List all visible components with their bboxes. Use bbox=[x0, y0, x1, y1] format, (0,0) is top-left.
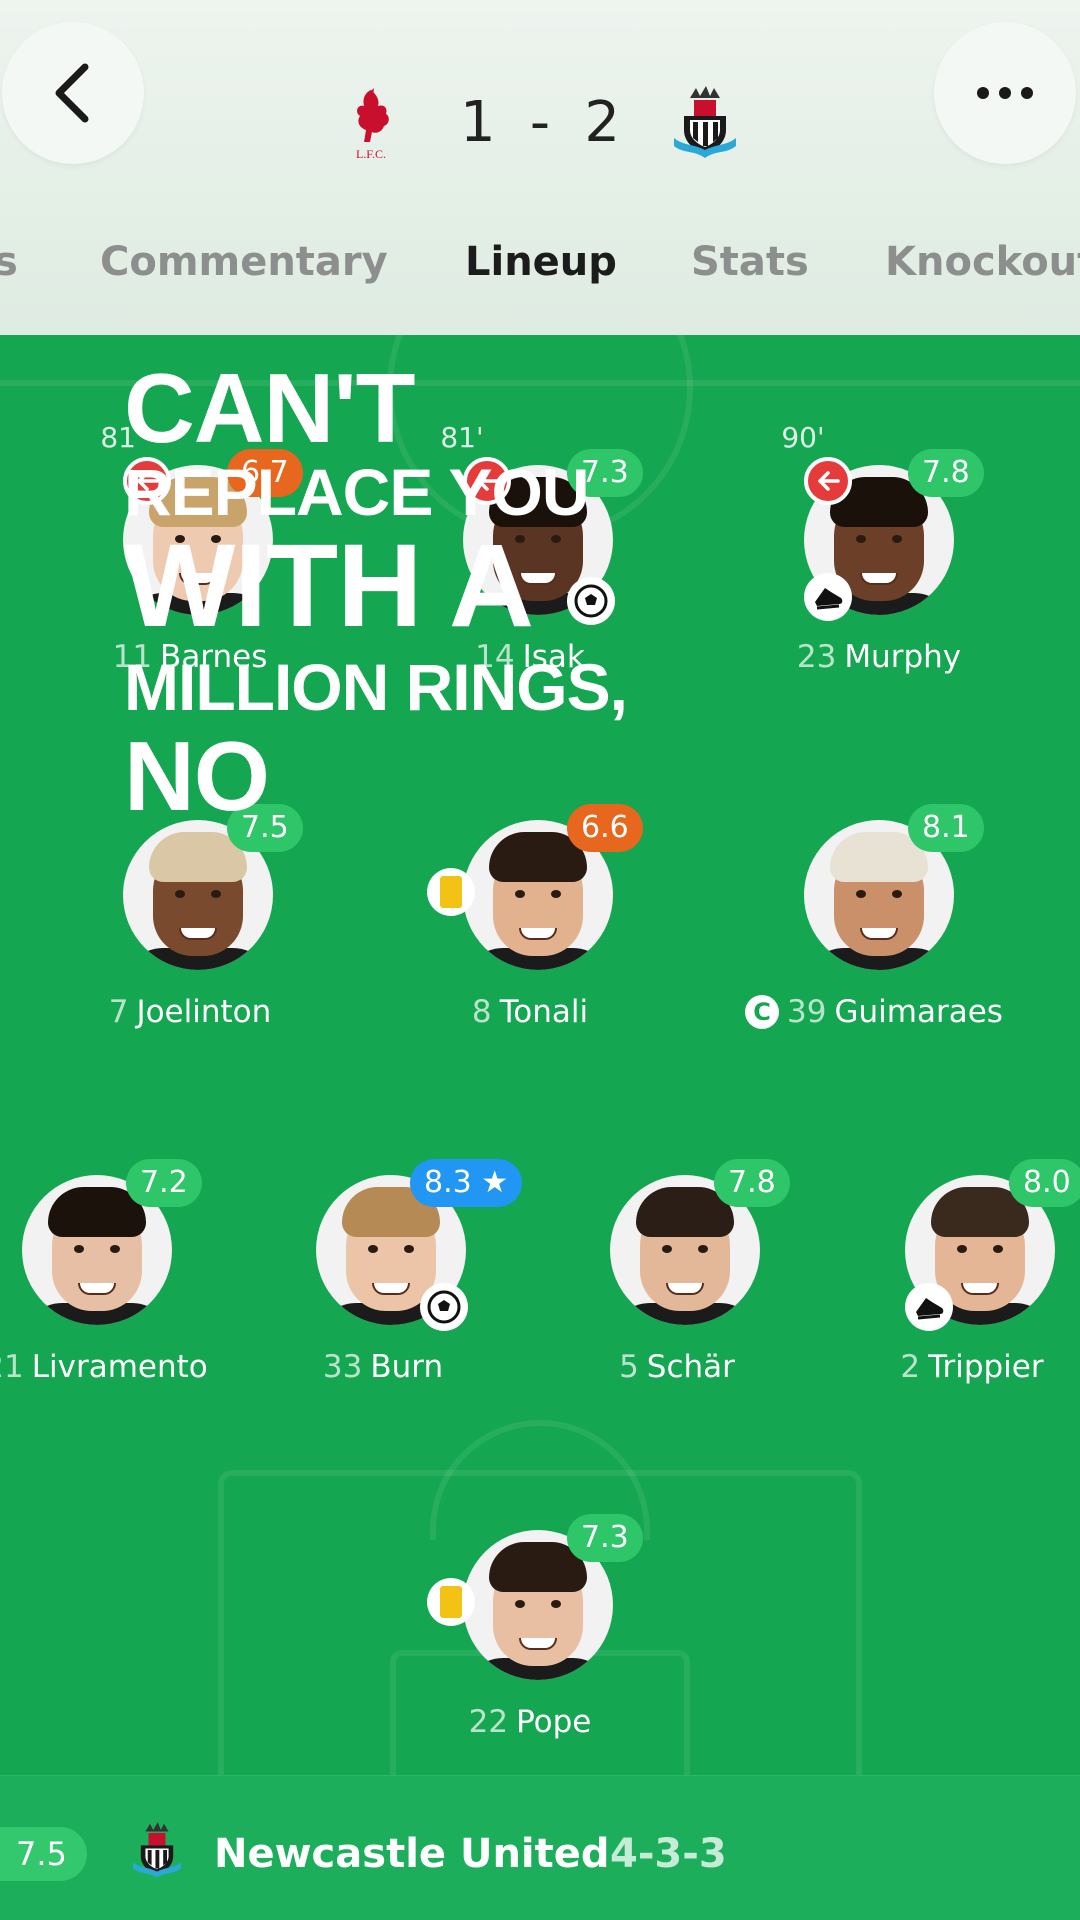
player-rating: 6.7 bbox=[227, 449, 303, 497]
team-name: Newcastle United bbox=[214, 1831, 610, 1877]
player-label: 33 Burn bbox=[238, 1349, 528, 1385]
liverpool-crest-icon: L.F.C. bbox=[346, 86, 396, 161]
player-number: 2 bbox=[900, 1349, 921, 1385]
tab-details[interactable]: s bbox=[0, 232, 18, 292]
tab-stats[interactable]: Stats bbox=[691, 232, 809, 292]
tab-lineup[interactable]: Lineup bbox=[465, 232, 617, 292]
player-rating: 7.5 bbox=[227, 804, 303, 852]
player-guimaraes[interactable]: 8.1 C 39 Guimaraes bbox=[734, 804, 1003, 1040]
player-burn[interactable]: 8.3 ★ 33 Burn bbox=[246, 1159, 523, 1395]
player-rating: 7.2 bbox=[126, 1159, 202, 1207]
player-rating: 7.8 bbox=[714, 1159, 790, 1207]
player-number: 21 bbox=[0, 1349, 24, 1385]
player-name: Barnes bbox=[160, 639, 268, 675]
yellow-card-icon bbox=[427, 1578, 475, 1626]
player-number: 14 bbox=[475, 639, 515, 675]
sub-out-icon bbox=[804, 457, 852, 505]
player-label: 11 Barnes bbox=[45, 639, 335, 675]
goal-ball-icon bbox=[567, 577, 615, 625]
player-livramento[interactable]: 7.2 21Livramento bbox=[0, 1159, 212, 1395]
player-rating: 8.0 bbox=[1009, 1159, 1080, 1207]
player-label: 21Livramento bbox=[0, 1349, 256, 1385]
player-name: Burn bbox=[370, 1349, 444, 1385]
home-score: 1 bbox=[460, 89, 496, 155]
player-barnes[interactable]: 81' 6.7 11 Barnes bbox=[53, 421, 313, 685]
player-rating: 8.3 ★ bbox=[410, 1159, 523, 1207]
player-isak[interactable]: 81' 7.3 14 Isak bbox=[393, 421, 653, 685]
player-name: Murphy bbox=[844, 639, 962, 675]
sub-time: 81' bbox=[100, 421, 144, 454]
player-rating: 7.3 bbox=[567, 1514, 643, 1562]
player-pope[interactable]: 7.3 22 Pope bbox=[393, 1514, 653, 1750]
newcastle-crest-icon bbox=[130, 1819, 184, 1881]
tab-knockout[interactable]: Knockout bbox=[885, 232, 1080, 292]
player-number: 5 bbox=[619, 1349, 639, 1385]
player-trippier[interactable]: 8.0 2 Trippier bbox=[835, 1159, 1080, 1395]
lineup-pitch: 81' 6.7 11 Barnes 81' 7.3 14 Isak 90' 7.… bbox=[0, 335, 1080, 1775]
match-tabs: s Commentary Lineup Stats Knockout bbox=[0, 232, 1080, 292]
team-footer[interactable]: 7.5 Newcastle United 4-3-3 bbox=[0, 1775, 1080, 1920]
player-label: 2 Trippier bbox=[827, 1349, 1080, 1385]
scoreline: 1 - 2 bbox=[460, 82, 620, 162]
player-tonali[interactable]: 6.6 8 Tonali bbox=[393, 804, 653, 1040]
player-rating: 8.1 bbox=[908, 804, 984, 852]
sub-out-icon bbox=[463, 457, 511, 505]
player-label: 22 Pope bbox=[385, 1704, 675, 1740]
player-number: 7 bbox=[108, 994, 129, 1030]
player-name: Guimaraes bbox=[834, 994, 1003, 1030]
player-name: Trippier bbox=[928, 1349, 1044, 1385]
yellow-card-icon bbox=[427, 868, 475, 916]
player-joelinton[interactable]: 7.5 7 Joelinton bbox=[53, 804, 313, 1040]
player-label: 5 Schär bbox=[532, 1349, 822, 1385]
newcastle-crest-icon bbox=[670, 84, 740, 160]
player-label: C 39 Guimaraes bbox=[714, 994, 1034, 1030]
player-number: 11 bbox=[112, 639, 153, 675]
sub-time: 81' bbox=[440, 421, 484, 454]
team-formation: 4-3-3 bbox=[610, 1831, 727, 1877]
home-crest-label: L.F.C. bbox=[356, 147, 386, 160]
match-header: L.F.C. 1 - 2 s Commentary Lineup Stats K… bbox=[0, 0, 1080, 335]
player-schar[interactable]: 7.8 5 Schär bbox=[540, 1159, 800, 1395]
player-label: 23 Murphy bbox=[734, 639, 1024, 675]
captain-icon: C bbox=[745, 995, 780, 1029]
player-rating: 7.8 bbox=[908, 449, 984, 497]
player-murphy[interactable]: 90' 7.8 23 Murphy bbox=[734, 421, 994, 685]
player-number: 39 bbox=[787, 994, 827, 1030]
score-row: L.F.C. 1 - 2 bbox=[0, 82, 1080, 162]
player-rating: 6.6 bbox=[567, 804, 643, 852]
away-score: 2 bbox=[584, 89, 620, 155]
player-number: 8 bbox=[471, 994, 492, 1030]
goal-ball-icon bbox=[420, 1283, 468, 1331]
player-number: 23 bbox=[796, 639, 837, 675]
player-number: 33 bbox=[322, 1349, 363, 1385]
player-name: Pope bbox=[516, 1704, 592, 1740]
player-name: Tonali bbox=[499, 994, 589, 1030]
player-label: 14 Isak bbox=[385, 639, 675, 675]
score-separator: - bbox=[529, 89, 551, 155]
sub-time: 90' bbox=[781, 421, 825, 454]
player-name: Joelinton bbox=[136, 994, 272, 1030]
assist-boot-icon bbox=[905, 1283, 953, 1331]
team-rating: 7.5 bbox=[0, 1827, 87, 1881]
sub-out-icon bbox=[123, 457, 171, 505]
player-name: Schär bbox=[646, 1349, 735, 1385]
assist-boot-icon bbox=[804, 573, 852, 621]
player-label: 7 Joelinton bbox=[45, 994, 335, 1030]
player-name: Isak bbox=[522, 639, 585, 675]
player-label: 8 Tonali bbox=[385, 994, 675, 1030]
player-name: Livramento bbox=[31, 1349, 208, 1385]
player-rating: 7.3 bbox=[567, 449, 643, 497]
tab-commentary[interactable]: Commentary bbox=[100, 232, 388, 292]
player-number: 22 bbox=[468, 1704, 509, 1740]
